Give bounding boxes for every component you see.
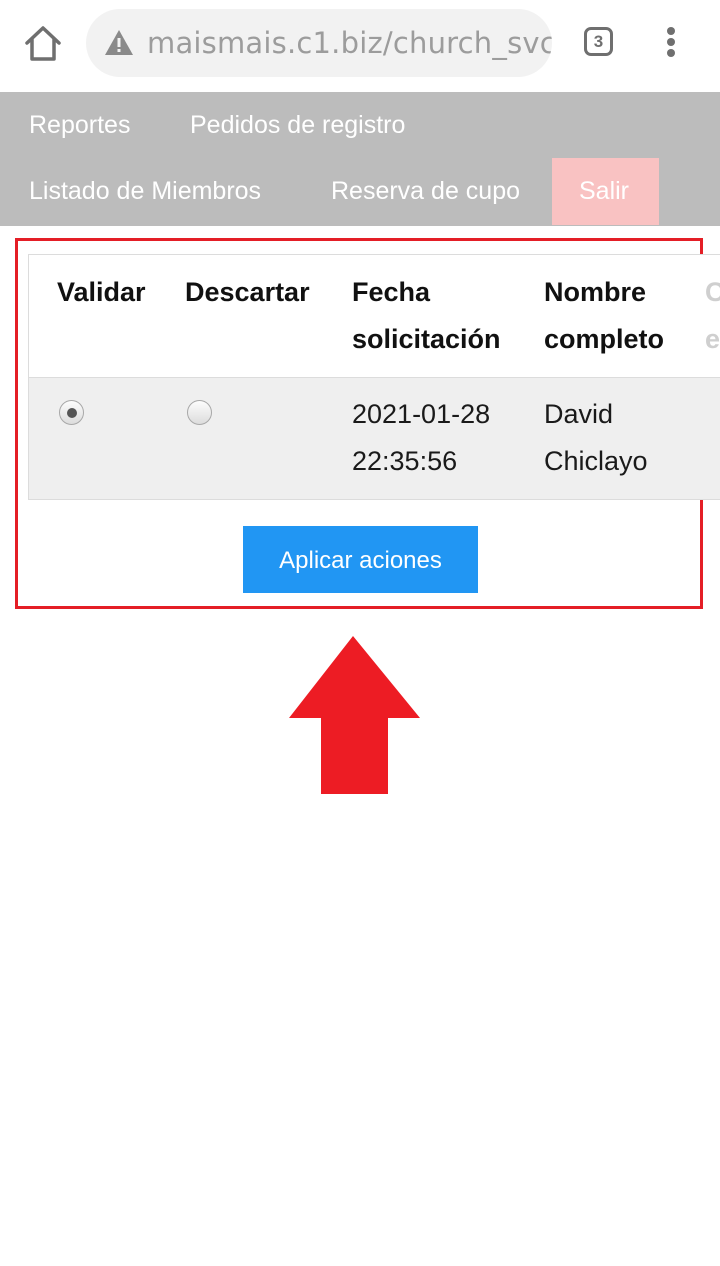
cell-fecha: 2021-01-28 22:35:56 <box>352 391 490 485</box>
nav-item-reportes[interactable]: Reportes <box>0 92 159 159</box>
nav-item-reserva-de-cupo[interactable]: Reserva de cupo <box>302 158 549 225</box>
warning-icon <box>104 29 134 56</box>
apply-actions-button[interactable]: Aplicar aciones <box>243 526 478 593</box>
cell-nombre: David Chiclayo <box>544 391 648 485</box>
header-cut-line2: e <box>705 324 720 354</box>
cell-fecha-line2: 22:35:56 <box>352 446 458 476</box>
header-fecha-line2: solicitación <box>352 324 501 354</box>
site-nav: Reportes Pedidos de registro Listado de … <box>0 92 720 226</box>
header-fecha: Fecha solicitación <box>352 269 501 363</box>
tabs-icon[interactable]: 3 <box>584 27 613 56</box>
more-vert-icon[interactable] <box>664 27 678 61</box>
header-fecha-line1: Fecha <box>352 277 431 307</box>
browser-toolbar: maismais.c1.biz/church_svc 3 <box>0 0 720 92</box>
cell-nombre-line2: Chiclayo <box>544 446 648 476</box>
header-nombre-line2: completo <box>544 324 665 354</box>
cell-fecha-line1: 2021-01-28 <box>352 399 491 429</box>
validar-radio[interactable] <box>59 400 84 425</box>
nav-item-salir[interactable]: Salir <box>552 158 659 225</box>
home-icon[interactable] <box>22 24 64 64</box>
cell-nombre-line1: David <box>544 399 614 429</box>
address-bar[interactable]: maismais.c1.biz/church_svc <box>86 9 552 77</box>
nav-item-listado-de-miembros[interactable]: Listado de Miembros <box>0 158 290 225</box>
table-row: 2021-01-28 22:35:56 David Chiclayo <box>29 377 720 499</box>
header-cut-line1: C <box>705 269 720 316</box>
header-descartar: Descartar <box>185 277 310 307</box>
header-nombre: Nombre completo <box>544 269 664 363</box>
header-validar: Validar <box>57 277 146 307</box>
descartar-radio[interactable] <box>187 400 212 425</box>
table-header-row: Validar Descartar Fecha solicitación Nom… <box>29 255 720 377</box>
header-nombre-line1: Nombre <box>544 277 647 307</box>
up-arrow-icon <box>288 634 422 796</box>
url-text: maismais.c1.biz/church_svc <box>147 26 552 60</box>
nav-item-pedidos-de-registro[interactable]: Pedidos de registro <box>161 92 434 159</box>
header-cut-off: C e <box>705 269 720 363</box>
requests-table: Validar Descartar Fecha solicitación Nom… <box>28 254 720 500</box>
